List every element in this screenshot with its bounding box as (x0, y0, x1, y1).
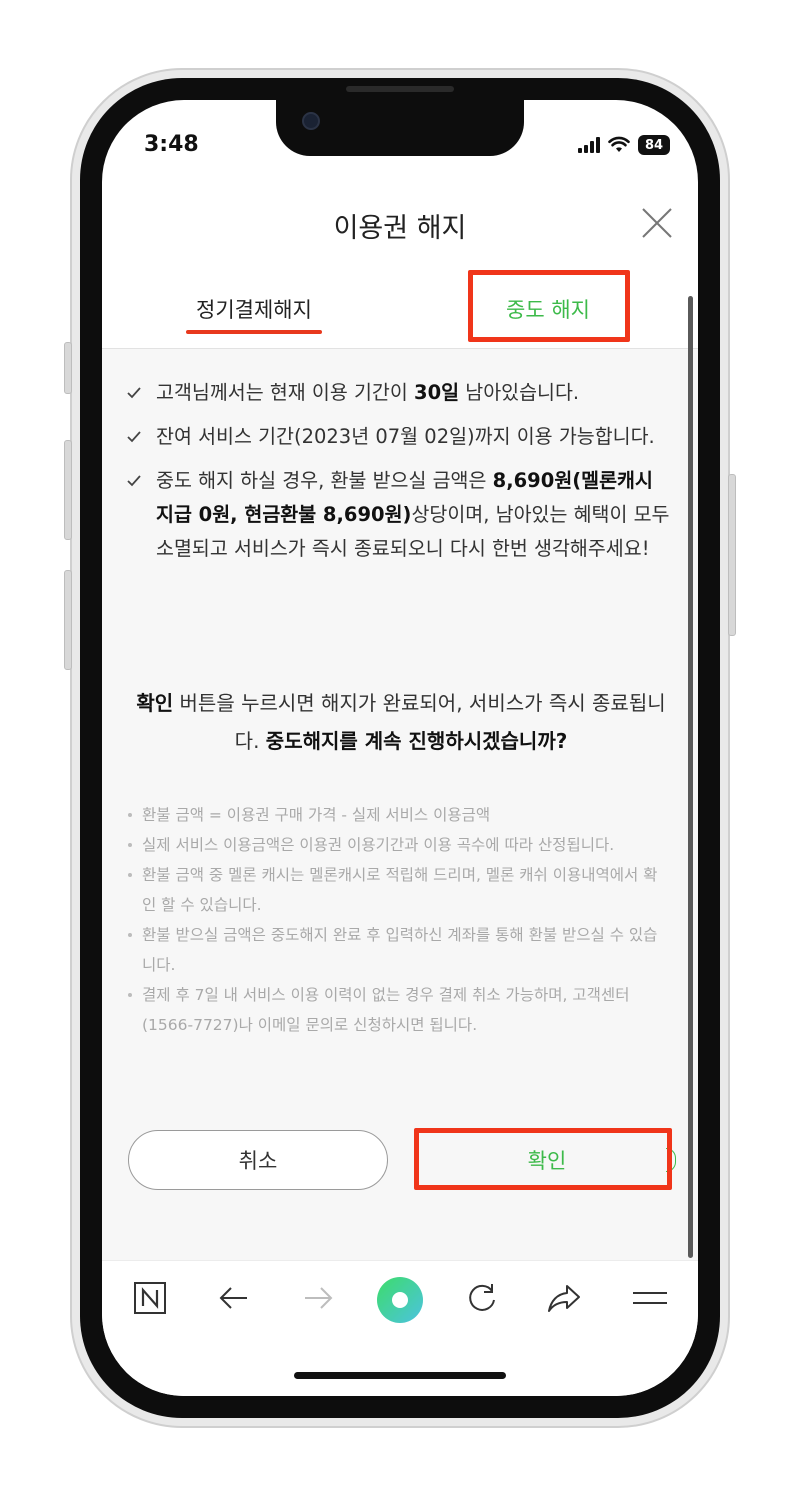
naver-n-icon[interactable] (128, 1276, 172, 1320)
check-item-text: 남아있습니다. (459, 381, 580, 404)
status-time: 3:48 (144, 132, 199, 157)
menu-icon[interactable] (628, 1276, 672, 1320)
tab-regular-cancel[interactable]: 정기결제해지 (182, 294, 326, 324)
scrollbar[interactable] (688, 296, 693, 1258)
check-item: 고객님께서는 현재 이용 기간이 30일 남아있습니다. (126, 376, 676, 410)
confirm-message-bold: 확인 (136, 691, 174, 715)
annotation-underline (186, 330, 322, 334)
home-circle-icon[interactable] (376, 1276, 424, 1324)
close-icon[interactable] (640, 206, 674, 240)
home-indicator[interactable] (294, 1372, 506, 1379)
confirm-message: 확인 버튼을 누르시면 해지가 완료되어, 서비스가 즉시 종료됩니다. 중도해… (126, 684, 676, 760)
check-item-text: 잔여 서비스 기간(2023년 07월 02일)까지 이용 가능합니다. (156, 425, 655, 448)
status-icons: 84 (578, 134, 670, 156)
forward-arrow-icon[interactable] (296, 1276, 340, 1320)
note-item: 환불 금액 = 이용권 구매 가격 - 실제 서비스 이용금액 (126, 800, 670, 830)
note-item: 실제 서비스 이용금액은 이용권 이용기간과 이용 곡수에 따라 산정됩니다. (126, 830, 670, 860)
check-icon (127, 387, 141, 399)
page-title: 이용권 해지 (333, 213, 467, 244)
signal-icon (578, 137, 600, 153)
check-list: 고객님께서는 현재 이용 기간이 30일 남아있습니다. 잔여 서비스 기간(2… (126, 376, 676, 576)
check-item-bold: 30일 (414, 381, 460, 404)
notes-list: 환불 금액 = 이용권 구매 가격 - 실제 서비스 이용금액 실제 서비스 이… (126, 800, 670, 1040)
mute-switch (64, 342, 72, 394)
front-camera (302, 112, 320, 130)
check-item: 중도 해지 하실 경우, 환불 받으실 금액은 8,690원(멜론캐시 지급 0… (126, 464, 676, 566)
power-button (728, 474, 736, 636)
note-item: 환불 받으실 금액은 중도해지 완료 후 입력하신 계좌를 통해 환불 받으실 … (126, 920, 670, 980)
check-item-text: 고객님께서는 현재 이용 기간이 (156, 381, 415, 404)
confirm-message-question: 중도해지를 계속 진행하시겠습니까? (265, 729, 568, 753)
note-item: 환불 금액 중 멜론 캐시는 멜론캐시로 적립해 드리며, 멜론 캐쉬 이용내역… (126, 860, 670, 920)
check-icon (127, 475, 141, 487)
speaker (346, 86, 454, 92)
battery-indicator: 84 (638, 135, 670, 155)
volume-down-button (64, 570, 72, 670)
wifi-icon (608, 136, 630, 152)
check-icon (127, 431, 141, 443)
annotation-box-confirm (414, 1128, 672, 1190)
note-item: 결제 후 7일 내 서비스 이용 이력이 없는 경우 결제 취소 가능하며, 고… (126, 980, 670, 1040)
check-item-text: 중도 해지 하실 경우, 환불 받으실 금액은 (156, 469, 493, 492)
cancel-button[interactable]: 취소 (128, 1130, 388, 1190)
screen: 3:48 84 이용권 해지 정기결제해지 중도 해지 고객님께서는 현재 이용… (102, 100, 698, 1396)
annotation-box-tab (468, 270, 630, 342)
back-arrow-icon[interactable] (212, 1276, 256, 1320)
share-icon[interactable] (542, 1276, 586, 1320)
reload-icon[interactable] (460, 1276, 504, 1320)
check-item: 잔여 서비스 기간(2023년 07월 02일)까지 이용 가능합니다. (126, 420, 676, 454)
volume-up-button (64, 440, 72, 540)
